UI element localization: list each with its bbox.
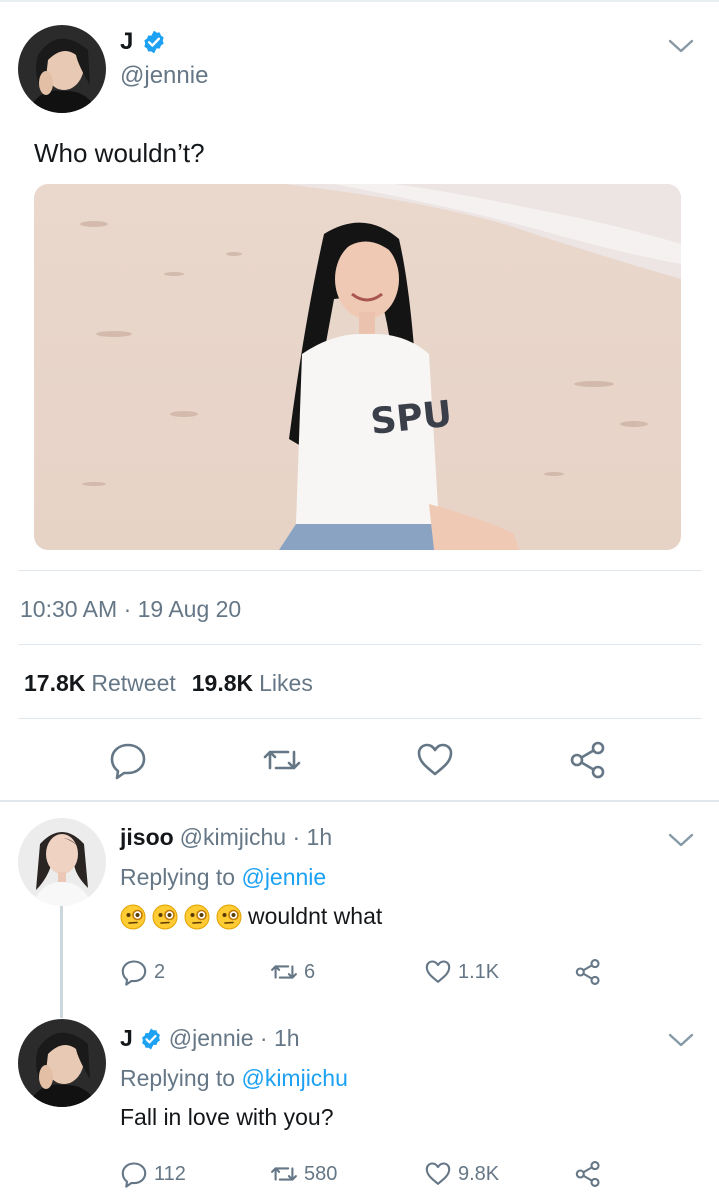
replying-to: Replying to @jennie bbox=[120, 864, 326, 891]
reply-author-name[interactable]: J bbox=[120, 1025, 133, 1052]
replying-prefix: Replying to bbox=[120, 1065, 236, 1091]
share-button[interactable] bbox=[574, 1160, 602, 1188]
reply-author-avatar[interactable] bbox=[18, 1019, 106, 1107]
replying-to-link[interactable]: @kimjichu bbox=[241, 1065, 347, 1091]
retweet-count[interactable]: 17.8K bbox=[24, 670, 85, 697]
verified-badge-icon bbox=[144, 30, 165, 54]
divider bbox=[18, 718, 702, 719]
replying-prefix: Replying to bbox=[120, 864, 236, 890]
like-label[interactable]: Likes bbox=[259, 670, 313, 697]
replying-to: Replying to @kimjichu bbox=[120, 1065, 348, 1092]
reply-button[interactable]: 112 bbox=[120, 1160, 186, 1188]
like-icon bbox=[425, 1162, 451, 1185]
monocle-face-icon bbox=[120, 904, 146, 929]
retweet-count: 580 bbox=[304, 1162, 338, 1185]
share-icon bbox=[575, 1161, 600, 1187]
share-button[interactable] bbox=[574, 958, 602, 986]
chevron-down-icon[interactable] bbox=[668, 38, 694, 54]
replying-to-link[interactable]: @jennie bbox=[241, 864, 326, 890]
reply-header: J @jennie · 1h bbox=[120, 1025, 300, 1052]
divider bbox=[18, 644, 702, 645]
author-name-row: J bbox=[120, 28, 167, 56]
verified-badge-icon bbox=[141, 1028, 160, 1049]
retweet-icon bbox=[271, 1167, 297, 1181]
author-handle[interactable]: @jennie bbox=[120, 62, 208, 90]
share-icon bbox=[575, 959, 600, 985]
tweet-text: Who wouldn’t? bbox=[34, 138, 205, 168]
monocle-face-icon bbox=[152, 904, 178, 929]
retweet-icon[interactable] bbox=[262, 740, 302, 780]
tweet-timestamp[interactable]: 10:30 AM · 19 Aug 20 bbox=[20, 596, 241, 623]
retweet-button[interactable]: 580 bbox=[270, 1160, 337, 1188]
like-button[interactable]: 1.1K bbox=[424, 958, 499, 986]
reply-author-handle[interactable]: @kimjichu · 1h bbox=[180, 824, 332, 851]
thread-line bbox=[60, 906, 63, 1018]
monocle-face-icon bbox=[216, 904, 242, 929]
author-avatar[interactable] bbox=[18, 25, 106, 113]
tweet-stats: 17.8K Retweet 19.8K Likes bbox=[24, 670, 323, 697]
like-count: 9.8K bbox=[458, 1162, 500, 1185]
retweet-button[interactable]: 6 bbox=[270, 958, 315, 986]
reply-author-avatar[interactable] bbox=[18, 818, 106, 906]
like-count: 1.1K bbox=[458, 960, 500, 983]
retweet-label[interactable]: Retweet bbox=[91, 670, 175, 697]
reply-icon bbox=[121, 1162, 147, 1188]
reply-icon[interactable] bbox=[108, 740, 148, 780]
divider bbox=[18, 570, 702, 571]
monocle-face-icon bbox=[184, 904, 210, 929]
reply-text-row: Fall in love with you? bbox=[120, 1104, 334, 1131]
reply-count: 2 bbox=[154, 960, 166, 983]
reply-count: 112 bbox=[154, 1162, 186, 1185]
chevron-down-icon[interactable] bbox=[668, 1032, 694, 1048]
svg-text:SPU: SPU bbox=[369, 394, 454, 443]
chevron-down-icon[interactable] bbox=[668, 832, 694, 848]
reply-button[interactable]: 2 bbox=[120, 958, 165, 986]
author-name[interactable]: J bbox=[120, 28, 133, 56]
share-icon[interactable] bbox=[568, 740, 608, 780]
like-icon bbox=[425, 960, 451, 983]
reply-author-handle[interactable]: @jennie · 1h bbox=[169, 1025, 300, 1052]
tweet-photo[interactable]: SPU bbox=[34, 184, 681, 550]
like-icon[interactable] bbox=[415, 740, 455, 780]
top-border bbox=[0, 0, 719, 2]
reply-text: Fall in love with you? bbox=[120, 1104, 334, 1130]
reply-text-row: wouldnt what bbox=[120, 903, 382, 930]
reply-header: jisoo @kimjichu · 1h bbox=[120, 824, 332, 851]
retweet-icon bbox=[271, 965, 297, 979]
reply-text: wouldnt what bbox=[248, 903, 383, 929]
reply-author-name[interactable]: jisoo bbox=[120, 824, 174, 851]
like-button[interactable]: 9.8K bbox=[424, 1160, 499, 1188]
section-divider bbox=[0, 800, 719, 802]
like-count[interactable]: 19.8K bbox=[192, 670, 253, 697]
reply-icon bbox=[121, 960, 147, 986]
retweet-count: 6 bbox=[304, 960, 316, 983]
